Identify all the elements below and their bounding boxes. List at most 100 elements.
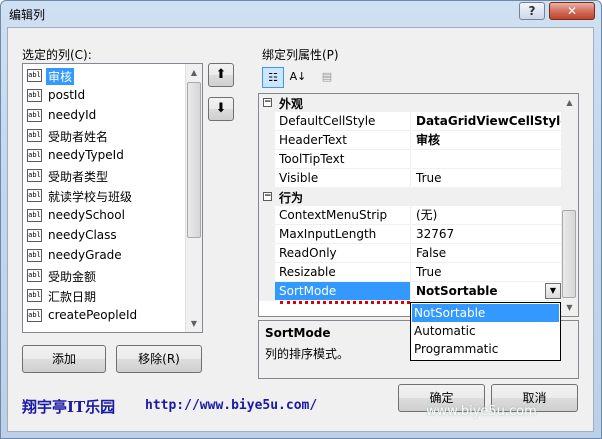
grid-scroll-up-arrow-icon[interactable]: ▲: [561, 94, 578, 111]
title-bar[interactable]: 编辑列 ? ✕: [1, 1, 601, 27]
property-value[interactable]: True: [412, 169, 562, 188]
description-title: SortMode: [265, 326, 331, 340]
property-name[interactable]: SortMode: [275, 282, 411, 301]
sortmode-dropdown-list[interactable]: NotSortable Automatic Programmatic: [410, 302, 561, 361]
property-row[interactable]: MaxInputLength 32767: [259, 225, 562, 244]
property-value[interactable]: 32767: [412, 225, 562, 244]
list-item-label: needyGrade: [48, 248, 122, 262]
list-item[interactable]: abl needyClass: [25, 227, 185, 245]
category-name: 外观: [279, 97, 304, 111]
textbox-column-icon: abl: [27, 189, 42, 202]
list-item[interactable]: abl needyTypeId: [25, 147, 185, 165]
list-item[interactable]: abl needyId: [25, 107, 185, 125]
scroll-up-arrow-icon[interactable]: ▲: [186, 64, 202, 81]
textbox-column-icon: abl: [27, 109, 42, 122]
list-item-label: 审核: [46, 68, 75, 85]
list-item[interactable]: abl createPeopleId: [25, 307, 185, 325]
textbox-column-icon: abl: [27, 69, 42, 82]
row-gutter: [259, 169, 275, 188]
collapse-icon[interactable]: −: [263, 98, 272, 107]
list-item-label: 汇款日期: [48, 290, 97, 304]
list-item[interactable]: abl 受助者姓名: [25, 127, 185, 145]
property-pages-icon[interactable]: ▤: [316, 67, 338, 88]
dropdown-option[interactable]: Automatic: [412, 322, 559, 340]
row-gutter: [259, 244, 275, 263]
property-name[interactable]: ToolTipText: [275, 150, 411, 169]
property-row[interactable]: DefaultCellStyleDataGridViewCellStyle {: [259, 112, 562, 131]
property-name[interactable]: ReadOnly: [275, 244, 411, 263]
property-category[interactable]: − 行为: [259, 188, 562, 206]
property-value[interactable]: [412, 150, 562, 169]
collapse-icon[interactable]: −: [263, 192, 272, 201]
scroll-thumb[interactable]: [187, 82, 201, 238]
list-item[interactable]: abl needySchool: [25, 207, 185, 225]
list-item-label: createPeopleId: [48, 308, 138, 322]
categorized-icon[interactable]: ☷: [262, 67, 284, 88]
property-row[interactable]: HeaderText 审核: [259, 131, 562, 150]
grid-scrollbar[interactable]: ▲ ▼: [561, 94, 578, 316]
list-item[interactable]: abl 审核: [25, 67, 185, 85]
textbox-column-icon: abl: [27, 249, 42, 262]
property-row[interactable]: Resizable True: [259, 263, 562, 282]
property-name[interactable]: DefaultCellStyle: [275, 112, 411, 131]
move-down-button[interactable]: ⬇: [208, 97, 234, 121]
list-item-label: postId: [48, 88, 86, 102]
list-item[interactable]: abl needyGrade: [25, 247, 185, 265]
arrow-up-icon: ⬆: [215, 67, 227, 82]
textbox-column-icon: abl: [27, 89, 42, 102]
property-value[interactable]: True: [412, 263, 562, 282]
bound-column-properties-label: 绑定列属性(P): [262, 48, 339, 62]
list-item[interactable]: abl 就读学校与班级: [25, 187, 185, 205]
list-item[interactable]: abl postId: [25, 87, 185, 105]
row-gutter: [259, 131, 275, 150]
list-item-label: 受助者姓名: [48, 130, 109, 144]
property-row[interactable]: SortMode NotSortable ▼: [259, 282, 562, 301]
dropdown-option[interactable]: Programmatic: [412, 340, 559, 358]
add-button[interactable]: 添加: [22, 345, 106, 373]
textbox-column-icon: abl: [27, 289, 42, 302]
list-item-label: 就读学校与班级: [48, 190, 133, 204]
textbox-column-icon: abl: [27, 149, 42, 162]
property-value[interactable]: NotSortable: [412, 282, 562, 301]
selected-columns-list[interactable]: abl 审核 abl postId abl needyId abl 受助者姓名 abl needy…: [22, 63, 203, 333]
list-item[interactable]: abl 汇款日期: [25, 287, 185, 305]
row-gutter: [259, 150, 275, 169]
list-item-label: needySchool: [48, 208, 125, 222]
property-name[interactable]: HeaderText: [275, 131, 411, 150]
property-row[interactable]: ToolTipText: [259, 150, 562, 169]
list-item[interactable]: abl 受助金额: [25, 267, 185, 285]
selected-columns-label: 选定的列(C):: [22, 48, 92, 62]
property-category[interactable]: − 外观: [259, 94, 562, 112]
list-item-label: 受助金额: [48, 270, 97, 284]
help-button[interactable]: ?: [519, 2, 545, 20]
grid-scroll-down-arrow-icon[interactable]: ▼: [561, 299, 578, 316]
property-name[interactable]: MaxInputLength: [275, 225, 411, 244]
category-name: 行为: [279, 191, 304, 205]
property-name[interactable]: ContextMenuStrip: [275, 206, 411, 225]
property-name[interactable]: Visible: [275, 169, 411, 188]
property-value[interactable]: False: [412, 244, 562, 263]
property-value[interactable]: 审核: [412, 131, 562, 150]
list-item-label: needyClass: [48, 228, 117, 242]
description-text: 列的排序模式。: [265, 347, 350, 361]
grid-scroll-thumb[interactable]: [562, 210, 576, 298]
property-row[interactable]: Visible True: [259, 169, 562, 188]
move-up-button[interactable]: ⬆: [208, 63, 234, 87]
property-grid[interactable]: − 外观 DefaultCellStyle DataGridViewCellStyle…: [258, 93, 579, 317]
property-name[interactable]: Resizable: [275, 263, 411, 282]
textbox-column-icon: abl: [27, 169, 42, 182]
property-value[interactable]: DataGridViewCellStyle {: [412, 112, 562, 131]
row-gutter: [259, 282, 275, 301]
dropdown-option[interactable]: NotSortable: [412, 304, 559, 322]
list-item-label: 受助者类型: [48, 170, 109, 184]
remove-button[interactable]: 移除(R): [116, 345, 202, 373]
property-row[interactable]: ContextMenuStrip (无): [259, 206, 562, 225]
property-row[interactable]: ReadOnly False: [259, 244, 562, 263]
list-item[interactable]: abl 受助者类型: [25, 167, 185, 185]
list-scrollbar[interactable]: ▲ ▼: [185, 64, 202, 332]
close-button[interactable]: ✕: [549, 2, 595, 20]
chevron-down-icon[interactable]: ▼: [545, 283, 561, 299]
scroll-down-arrow-icon[interactable]: ▼: [186, 315, 202, 332]
alphabetical-sort-icon[interactable]: A↓: [287, 67, 309, 88]
property-value[interactable]: (无): [412, 206, 562, 225]
